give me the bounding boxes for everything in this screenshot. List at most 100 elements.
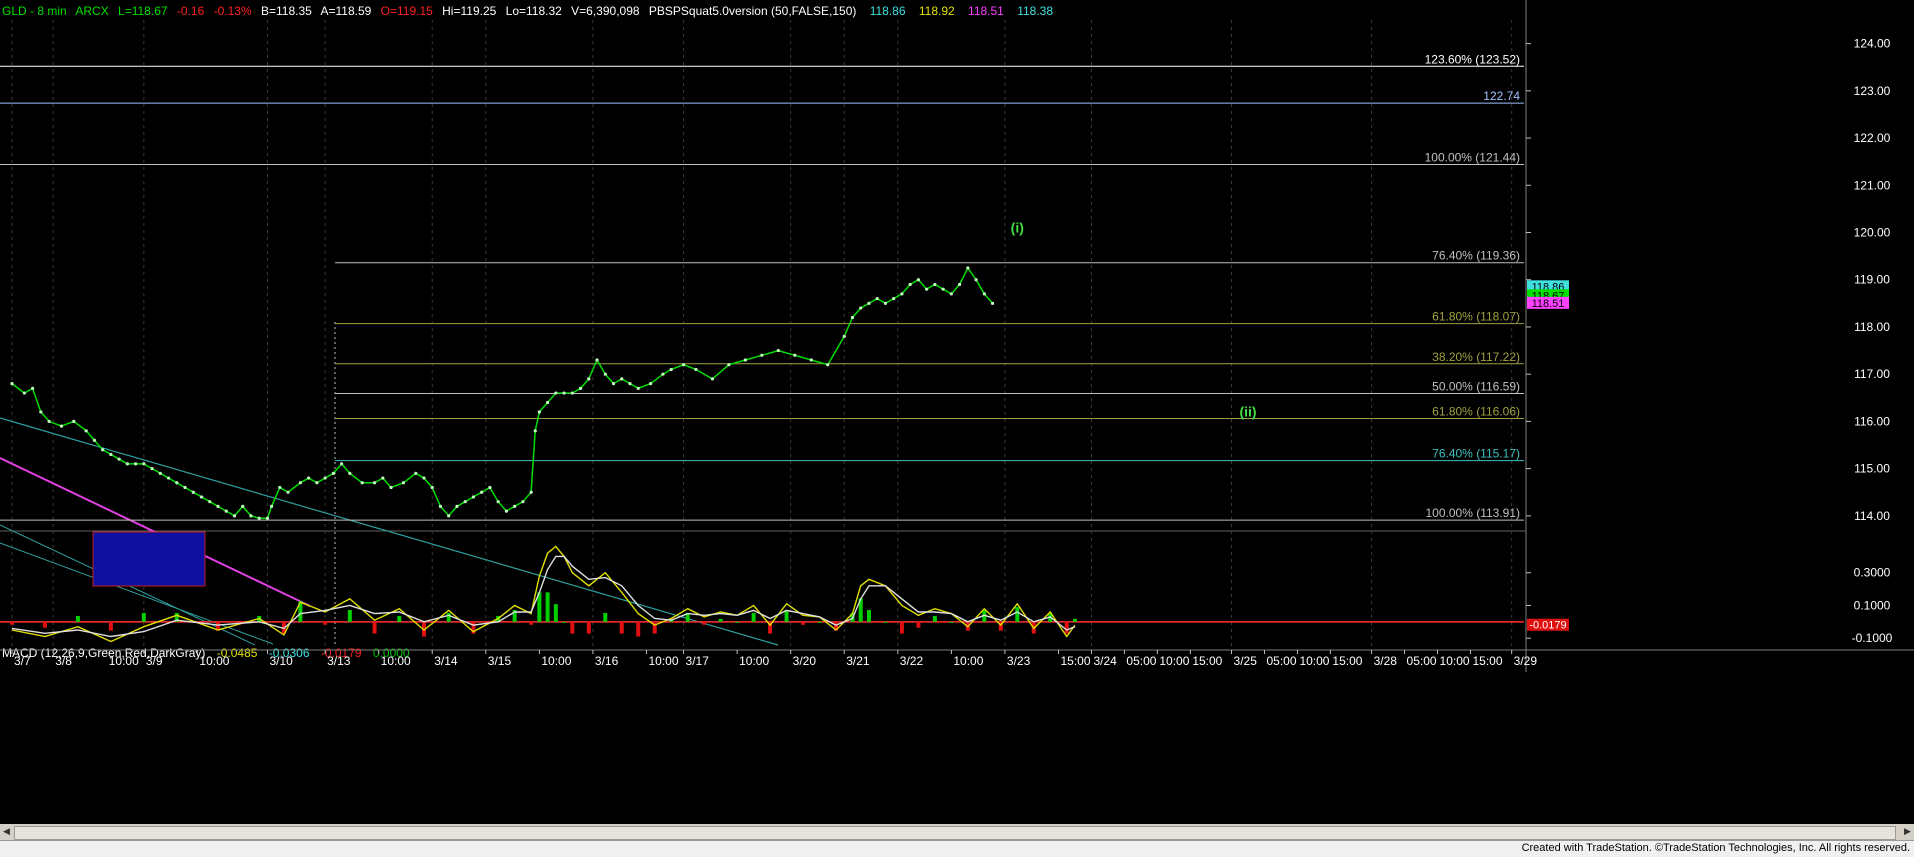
macd-histogram-bar: [817, 621, 822, 623]
price-point: [743, 358, 747, 362]
price-badge-label: 118.51: [1532, 298, 1565, 310]
y-tick-label: 120.00: [1854, 226, 1891, 240]
level-label: 100.00% (121.44): [1425, 151, 1520, 165]
price-point: [84, 429, 88, 433]
price-point: [22, 391, 26, 395]
scroll-right-icon[interactable]: ▶: [1901, 825, 1914, 838]
price-point: [224, 509, 228, 513]
x-tick-label: 3/28: [1374, 654, 1398, 668]
macd-histogram-bar: [932, 615, 937, 622]
indicator-value-3: 118.51: [968, 4, 1004, 18]
price-point: [348, 471, 352, 475]
price-point: [471, 495, 476, 499]
price-point: [166, 476, 171, 480]
level-label: 100.00% (113.91): [1425, 506, 1520, 520]
scroll-left-icon[interactable]: ◀: [0, 825, 13, 838]
x-tick-label: 3/15: [488, 654, 512, 668]
price-point: [958, 282, 962, 287]
price-point: [430, 485, 434, 490]
scroll-thumb[interactable]: [14, 826, 1896, 840]
macd-y-tick-label: -0.1000: [1852, 631, 1893, 645]
price-point: [286, 490, 290, 494]
x-tick-label: 05:00: [1266, 654, 1296, 668]
change-pct: -0.13%: [214, 4, 252, 18]
price-point: [109, 452, 113, 457]
price-point: [438, 504, 443, 508]
macd-histogram-bar: [1064, 621, 1069, 634]
x-tick-label: 10:00: [109, 654, 139, 668]
price-point: [249, 514, 253, 518]
price-point: [578, 386, 583, 390]
price-point: [125, 462, 129, 466]
price-point: [101, 448, 105, 452]
price-point: [480, 490, 484, 494]
price-point: [447, 514, 451, 518]
macd-histogram-bar: [323, 621, 328, 625]
y-tick-label: 124.00: [1854, 37, 1891, 51]
wave-annotation: (ii): [1239, 404, 1256, 420]
price-point: [372, 481, 377, 485]
price-point: [269, 504, 274, 508]
price-point: [183, 485, 187, 490]
indicator-label: PBSPSquat5.0version (50,FALSE,150): [649, 4, 856, 18]
x-tick-label: 10:00: [541, 654, 571, 668]
price-point: [760, 353, 764, 357]
price-point: [422, 476, 426, 480]
price-point: [603, 372, 607, 376]
macd-histogram-bar: [735, 621, 740, 623]
x-tick-label: 3/21: [846, 654, 870, 668]
macd-histogram-bar: [883, 621, 888, 623]
macd-histogram-bar: [586, 621, 591, 634]
macd-histogram-bar: [702, 621, 707, 625]
x-tick-label: 10:00: [381, 654, 411, 668]
macd-histogram-bar: [899, 621, 904, 634]
macd-histogram-bar: [562, 621, 567, 623]
y-tick-label: 114.00: [1854, 509, 1890, 523]
macd-histogram-bar: [553, 604, 558, 622]
price-point: [859, 306, 863, 310]
macd-histogram-bar: [751, 612, 756, 622]
price-point: [175, 481, 179, 485]
volume-value: V=6,390,098: [571, 4, 640, 18]
price-point: [59, 424, 64, 428]
macd-histogram-bar: [141, 612, 146, 622]
price-point: [793, 353, 797, 357]
price-point: [916, 278, 921, 282]
macd-histogram-bar: [1072, 618, 1077, 622]
macd-histogram-bar: [42, 621, 47, 628]
x-tick-label: 3/8: [55, 654, 72, 668]
price-point: [883, 301, 888, 305]
price-point: [232, 514, 237, 518]
x-tick-label: 10:00: [1440, 654, 1470, 668]
price-point: [982, 292, 986, 296]
price-point: [990, 301, 995, 305]
price-point: [570, 391, 574, 395]
low-price: Lo=118.32: [506, 4, 562, 18]
level-label: 123.60% (123.52): [1425, 52, 1520, 66]
x-tick-label: 10:00: [953, 654, 983, 668]
price-point: [710, 377, 715, 381]
macd-histogram-bar: [446, 612, 451, 622]
price-chart[interactable]: GLD - 8 min ARCX L=118.67 -0.16 -0.13% B…: [0, 0, 1914, 824]
price-point: [117, 457, 121, 461]
price-point: [826, 363, 830, 367]
macd-histogram-bar: [75, 615, 80, 622]
price-point: [842, 334, 846, 338]
price-point: [636, 386, 640, 390]
horizontal-scrollbar[interactable]: ◀ ▶: [0, 824, 1914, 840]
price-point: [92, 438, 96, 442]
macd-histogram-bar: [866, 610, 871, 622]
level-label: 122.74: [1483, 89, 1520, 103]
macd-histogram-bar: [718, 618, 723, 622]
price-point: [875, 297, 879, 301]
price-point: [39, 410, 43, 414]
macd-histogram-bar: [1015, 607, 1020, 622]
consolidation-box: [92, 531, 206, 587]
price-point: [455, 504, 459, 508]
last-price: L=118.67: [118, 4, 168, 18]
price-point: [265, 516, 270, 520]
macd-histogram-bar: [347, 610, 352, 622]
price-point: [315, 481, 319, 485]
status-footer: Created with TradeStation. ©TradeStation…: [0, 840, 1914, 857]
symbol-label: GLD - 8 min: [2, 4, 67, 18]
